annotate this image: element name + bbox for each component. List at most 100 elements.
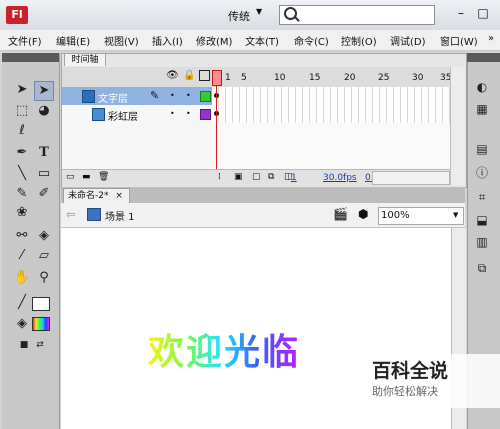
onion-outline-icon[interactable]: ▢ bbox=[252, 172, 261, 182]
menu-file[interactable]: 文件(F) bbox=[8, 33, 42, 48]
pen-tool-icon[interactable]: ✒ bbox=[12, 143, 32, 163]
layer-color-swatch[interactable] bbox=[200, 109, 211, 120]
visibility-dot[interactable]: • bbox=[170, 109, 175, 118]
subselection-tool-icon[interactable]: ➤ bbox=[34, 81, 54, 101]
edit-symbols-icon[interactable]: ⬢ bbox=[358, 207, 368, 221]
current-frame[interactable]: 1 bbox=[291, 173, 297, 183]
help-search-input[interactable] bbox=[279, 5, 435, 25]
zoom-value: 100% bbox=[381, 210, 410, 221]
swatches-panel-icon[interactable]: ▦ bbox=[474, 101, 490, 117]
layer-row-text[interactable]: 文字层 ✎ • • bbox=[62, 87, 212, 105]
frame-number: 30 bbox=[412, 73, 424, 83]
frame-number: 10 bbox=[274, 73, 286, 83]
stroke-color-icon[interactable]: ╱ bbox=[12, 293, 32, 313]
layer-row-rainbow[interactable]: 彩虹层 • • bbox=[62, 105, 212, 123]
onion-skin-icon[interactable]: ▣ bbox=[234, 172, 243, 182]
bone-tool-icon[interactable]: ⚯ bbox=[12, 226, 32, 246]
right-dock-header[interactable] bbox=[467, 53, 500, 62]
stroke-color-swatch[interactable] bbox=[32, 297, 50, 311]
menu-edit[interactable]: 编辑(E) bbox=[56, 33, 90, 48]
eye-icon[interactable]: 👁 bbox=[166, 70, 179, 81]
line-tool-icon[interactable]: ╲ bbox=[12, 164, 32, 184]
menu-insert[interactable]: 插入(I) bbox=[152, 33, 183, 48]
transform-panel-icon[interactable]: ⬓ bbox=[474, 212, 490, 228]
edit-scene-icon[interactable]: 🎬 bbox=[333, 207, 348, 221]
frame-number: 25 bbox=[378, 73, 390, 83]
visibility-dot[interactable]: • bbox=[170, 91, 175, 100]
frame-number: 20 bbox=[344, 73, 356, 83]
pencil-tool-icon[interactable]: ✎ bbox=[12, 184, 32, 204]
lock-dot[interactable]: • bbox=[186, 109, 191, 118]
lock-icon[interactable]: 🔒 bbox=[183, 70, 195, 81]
scene-icon bbox=[87, 208, 101, 221]
zoom-tool-icon[interactable]: ⚲ bbox=[34, 268, 54, 288]
align-panel-icon[interactable]: ⌗ bbox=[474, 189, 490, 205]
hand-tool-icon[interactable]: ✋ bbox=[12, 268, 32, 288]
edit-multiple-icon[interactable]: ⧉ bbox=[268, 172, 274, 182]
menu-modify[interactable]: 修改(M) bbox=[196, 33, 232, 48]
swap-colors-icon[interactable]: ⇄ bbox=[30, 335, 50, 355]
layer-list-empty bbox=[62, 123, 212, 169]
timeline-vertical-scrollbar[interactable] bbox=[450, 67, 464, 185]
document-title: 未命名-2* bbox=[68, 191, 109, 201]
playhead[interactable] bbox=[212, 70, 222, 86]
tab-timeline[interactable]: 时间轴 bbox=[64, 53, 106, 66]
text-tool-icon[interactable]: T bbox=[34, 143, 54, 163]
tools-panel-header[interactable] bbox=[2, 53, 59, 62]
menu-window[interactable]: 窗口(W) bbox=[440, 33, 478, 48]
rectangle-tool-icon[interactable]: ▭ bbox=[34, 164, 54, 184]
timeline-header: 👁 🔒 bbox=[62, 67, 464, 87]
layer-color-swatch[interactable] bbox=[200, 91, 211, 102]
timeline-frames-empty bbox=[212, 123, 450, 169]
watermark-title: 百科全说 bbox=[372, 360, 449, 382]
fill-color-icon[interactable]: ◈ bbox=[12, 314, 32, 334]
3d-rotation-tool-icon[interactable]: ◕ bbox=[34, 101, 54, 121]
properties-panel-icon[interactable]: ⓘ bbox=[474, 165, 490, 181]
frame-number: 5 bbox=[241, 73, 247, 83]
back-arrow-icon[interactable]: ⇦ bbox=[66, 208, 75, 221]
layer-icon bbox=[82, 90, 95, 103]
minimize-button[interactable]: – bbox=[452, 4, 470, 24]
menu-text[interactable]: 文本(T) bbox=[245, 33, 279, 48]
motion-presets-icon[interactable]: ⧉ bbox=[474, 260, 490, 276]
components-panel-icon[interactable]: ▥ bbox=[474, 234, 490, 250]
color-panel-icon[interactable]: ◐ bbox=[474, 79, 490, 95]
playhead-line bbox=[216, 70, 217, 183]
new-folder-icon[interactable]: ▬ bbox=[82, 172, 91, 182]
maximize-button[interactable]: □ bbox=[474, 4, 492, 24]
library-panel-icon[interactable]: ▤ bbox=[474, 141, 490, 157]
close-tab-icon[interactable]: × bbox=[115, 191, 123, 201]
fill-color-swatch[interactable] bbox=[32, 317, 50, 331]
chevron-down-icon[interactable]: ▼ bbox=[256, 7, 262, 16]
free-transform-tool-icon[interactable]: ⬚ bbox=[12, 101, 32, 121]
zoom-select[interactable]: 100% ▼ bbox=[378, 207, 464, 225]
selection-tool-icon[interactable]: ➤ bbox=[12, 80, 32, 100]
menu-overflow[interactable]: » bbox=[488, 33, 494, 44]
paint-bucket-tool-icon[interactable]: ◈ bbox=[34, 226, 54, 246]
frame-number: 1 bbox=[225, 73, 231, 83]
menu-control[interactable]: 控制(O) bbox=[341, 33, 377, 48]
layer-name[interactable]: 彩虹层 bbox=[108, 108, 138, 123]
timeline-frames[interactable] bbox=[212, 87, 450, 123]
eraser-tool-icon[interactable]: ▱ bbox=[34, 246, 54, 266]
brush-tool-icon[interactable]: ✐ bbox=[34, 184, 54, 204]
frame-rate[interactable]: 30.0fps bbox=[323, 173, 357, 183]
watermark-subtitle: 助你轻松解决 bbox=[372, 385, 438, 398]
tab-document[interactable]: 未命名-2* × bbox=[63, 188, 130, 204]
menu-commands[interactable]: 命令(C) bbox=[294, 33, 329, 48]
lasso-tool-icon[interactable]: ℓ bbox=[12, 121, 32, 141]
new-layer-icon[interactable]: ▭ bbox=[66, 172, 75, 182]
layer-name[interactable]: 文字层 bbox=[98, 90, 128, 105]
menu-debug[interactable]: 调试(D) bbox=[390, 33, 426, 48]
center-frame-icon[interactable]: ⁞ bbox=[218, 172, 221, 182]
flash-logo-icon: Fl bbox=[6, 6, 28, 24]
timeline-horizontal-scrollbar[interactable] bbox=[372, 171, 450, 185]
eyedropper-tool-icon[interactable]: ⁄ bbox=[12, 246, 32, 266]
deco-tool-icon[interactable]: ❀ bbox=[12, 203, 32, 223]
chevron-down-icon[interactable]: ▼ bbox=[453, 211, 458, 219]
outline-icon[interactable] bbox=[199, 70, 210, 81]
lock-dot[interactable]: • bbox=[186, 91, 191, 100]
delete-layer-icon[interactable]: 🗑 bbox=[98, 172, 109, 182]
menu-view[interactable]: 视图(V) bbox=[104, 33, 139, 48]
stage-text[interactable]: 欢迎光临 bbox=[148, 323, 300, 375]
